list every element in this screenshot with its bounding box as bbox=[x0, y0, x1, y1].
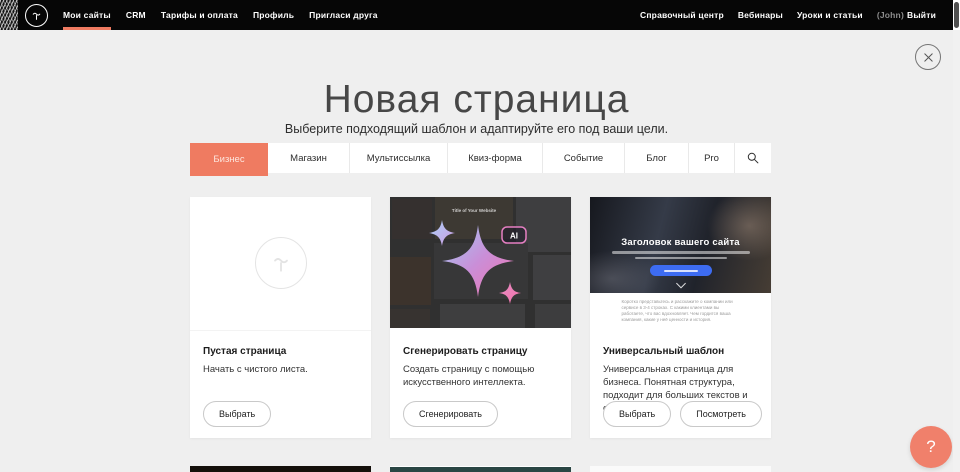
preview-text-section: Коротко представьтесь и расскажите о ком… bbox=[590, 293, 771, 328]
card-buttons: Выбрать Посмотреть bbox=[603, 401, 762, 427]
nav-item-webinars[interactable]: Вебинары bbox=[738, 0, 783, 30]
close-icon bbox=[923, 52, 934, 63]
nav-label: Вебинары bbox=[738, 10, 783, 20]
tab-business[interactable]: Бизнес bbox=[190, 143, 268, 176]
preview-hero: Заголовок вашего сайта bbox=[590, 197, 771, 293]
nav-label: Профиль bbox=[253, 10, 294, 20]
tab-label: Pro bbox=[704, 153, 719, 164]
nav-label: CRM bbox=[126, 10, 146, 20]
top-navbar: Мои сайты CRM Тарифы и оплата Профиль Пр… bbox=[0, 0, 960, 30]
tab-event[interactable]: Событие bbox=[543, 143, 625, 173]
preview-body-text: Коротко представьтесь и расскажите о ком… bbox=[622, 299, 740, 323]
tilda-ghost-logo bbox=[255, 237, 307, 289]
tab-quiz-form[interactable]: Квиз-форма bbox=[448, 143, 543, 173]
template-card-blank-page: Пустая страница Начать с чистого листа. … bbox=[190, 197, 371, 438]
template-card-ai-generate: Title of Your Website bbox=[390, 197, 571, 438]
card-description: Начать с чистого листа. bbox=[203, 363, 359, 376]
close-button[interactable] bbox=[915, 44, 941, 70]
tab-label: Магазин bbox=[290, 153, 327, 164]
tab-shop[interactable]: Магазин bbox=[268, 143, 350, 173]
scrollbar-thumb[interactable] bbox=[954, 2, 959, 28]
card-buttons: Выбрать bbox=[203, 401, 271, 427]
search-icon bbox=[747, 152, 759, 164]
nav-label: Мои сайты bbox=[63, 10, 111, 20]
card-preview-edge bbox=[590, 466, 771, 472]
template-card-partial bbox=[190, 466, 371, 472]
tab-label: Мультиссылка bbox=[367, 153, 431, 164]
navbar-left-menu: Мои сайты CRM Тарифы и оплата Профиль Пр… bbox=[63, 0, 378, 30]
nav-item-logout[interactable]: (John) Выйти bbox=[877, 0, 936, 30]
tilda-logo-icon bbox=[30, 9, 43, 22]
nav-label: Тарифы и оплата bbox=[161, 10, 238, 20]
ai-sparkle-icon: AI bbox=[390, 197, 571, 328]
card-preview-edge bbox=[190, 466, 371, 472]
tab-multilink[interactable]: Мультиссылка bbox=[350, 143, 448, 173]
card-description: Создать страницу с помощью искусственног… bbox=[403, 363, 559, 389]
nav-item-invite-friend[interactable]: Пригласи друга bbox=[309, 0, 378, 30]
preview-text-line bbox=[635, 257, 727, 260]
scrollbar-track[interactable] bbox=[953, 0, 960, 472]
template-card-universal: Заголовок вашего сайта Коротко представь… bbox=[590, 197, 771, 438]
preview-text-line bbox=[612, 251, 750, 254]
tab-label: Событие bbox=[564, 153, 603, 164]
preview-hero-title: Заголовок вашего сайта bbox=[590, 197, 771, 248]
nav-label: Справочный центр bbox=[640, 10, 724, 20]
tab-blog[interactable]: Блог bbox=[625, 143, 689, 173]
tab-label: Бизнес bbox=[213, 154, 244, 165]
app-window: Мои сайты CRM Тарифы и оплата Профиль Пр… bbox=[0, 0, 960, 472]
preview-button[interactable]: Посмотреть bbox=[680, 401, 762, 427]
blank-page-preview bbox=[190, 197, 371, 331]
choose-button[interactable]: Выбрать bbox=[603, 401, 671, 427]
ai-badge-label: AI bbox=[510, 232, 518, 241]
chevron-down-icon bbox=[676, 279, 686, 289]
preview-cta-button bbox=[650, 265, 712, 276]
ai-preview-collage: Title of Your Website bbox=[390, 197, 571, 328]
card-title: Сгенерировать страницу bbox=[403, 346, 559, 357]
card-preview-edge bbox=[390, 467, 571, 472]
help-question-icon: ? bbox=[926, 437, 935, 457]
tab-label: Квиз-форма bbox=[468, 153, 522, 164]
background-texture bbox=[0, 0, 18, 30]
logout-label: Выйти bbox=[907, 10, 936, 20]
nav-item-crm[interactable]: CRM bbox=[126, 0, 146, 30]
universal-preview: Заголовок вашего сайта Коротко представь… bbox=[590, 197, 771, 328]
tab-search[interactable] bbox=[735, 143, 771, 173]
template-card-partial bbox=[390, 466, 571, 472]
nav-item-my-sites[interactable]: Мои сайты bbox=[63, 0, 111, 30]
nav-label: Пригласи друга bbox=[309, 10, 378, 20]
template-card-partial bbox=[590, 466, 771, 472]
choose-button[interactable]: Выбрать bbox=[203, 401, 271, 427]
nav-item-lessons[interactable]: Уроки и статьи bbox=[797, 0, 863, 30]
card-title: Универсальный шаблон bbox=[603, 346, 759, 357]
user-name: (John) bbox=[877, 10, 904, 20]
help-button[interactable]: ? bbox=[910, 426, 952, 468]
template-category-tabs: Бизнес Магазин Мультиссылка Квиз-форма С… bbox=[190, 143, 771, 173]
tilda-ghost-icon bbox=[269, 251, 293, 275]
nav-label: Уроки и статьи bbox=[797, 10, 863, 20]
card-title: Пустая страница bbox=[203, 346, 359, 357]
nav-item-help-center[interactable]: Справочный центр bbox=[640, 0, 724, 30]
nav-item-tariffs[interactable]: Тарифы и оплата bbox=[161, 0, 238, 30]
tab-label: Блог bbox=[646, 153, 667, 164]
tab-pro[interactable]: Pro bbox=[689, 143, 735, 173]
generate-button[interactable]: Сгенерировать bbox=[403, 401, 498, 427]
navbar-right-menu: Справочный центр Вебинары Уроки и статьи… bbox=[640, 0, 936, 30]
tilda-logo[interactable] bbox=[25, 4, 48, 27]
nav-item-profile[interactable]: Профиль bbox=[253, 0, 294, 30]
card-buttons: Сгенерировать bbox=[403, 401, 498, 427]
page-title: Новая страница bbox=[0, 78, 953, 122]
page-subtitle: Выберите подходящий шаблон и адаптируйте… bbox=[0, 122, 953, 136]
